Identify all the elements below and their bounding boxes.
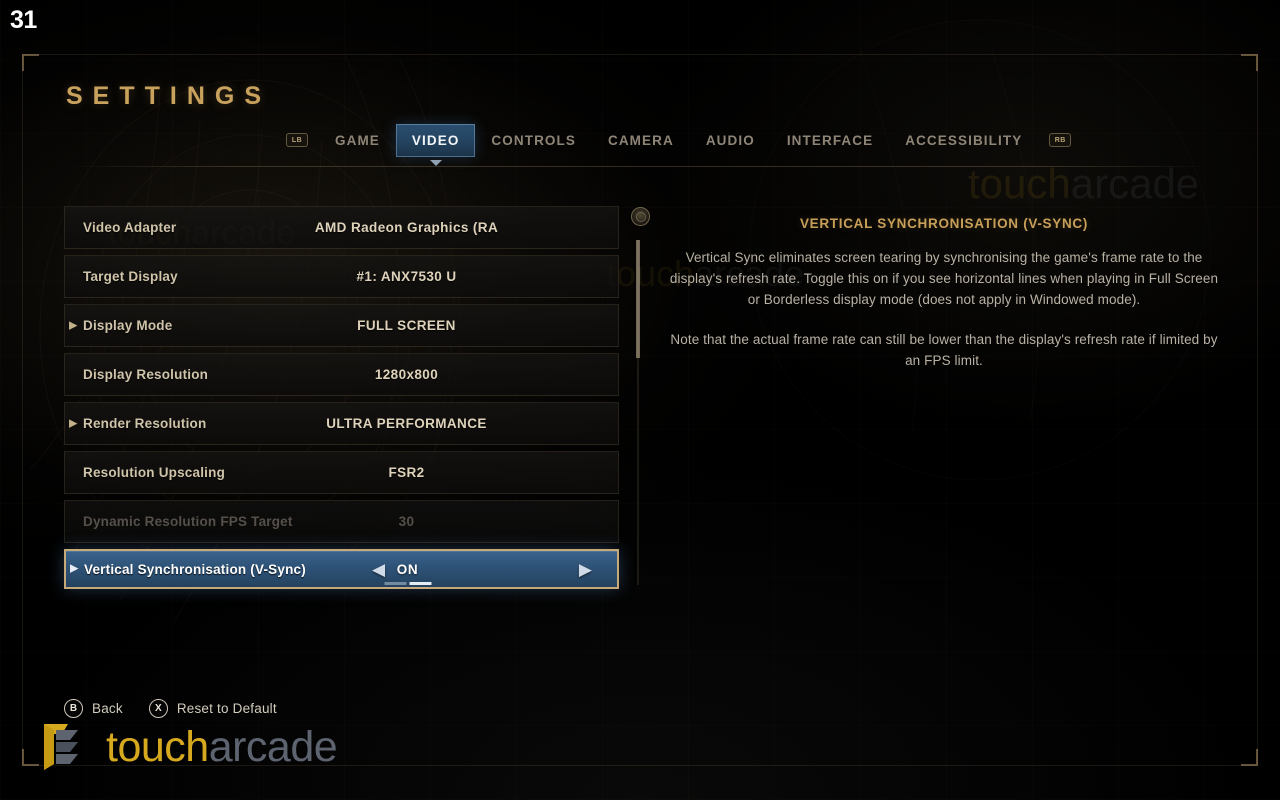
frame-corner-top-right	[1241, 54, 1258, 71]
stepper-left-arrow-icon[interactable]: ◀	[372, 561, 385, 578]
setting-label: Display Resolution	[83, 367, 209, 382]
left-bumper-icon: LB	[286, 133, 308, 147]
fps-counter: 31	[10, 6, 37, 34]
setting-value: 1280x800	[374, 367, 439, 382]
tab-video[interactable]: VIDEO	[395, 123, 476, 157]
setting-value: AMD Radeon Graphics (RA	[314, 220, 499, 235]
setting-row-display-resolution[interactable]: Display Resolution 1280x800	[64, 353, 619, 396]
setting-label: Display Mode	[83, 318, 173, 333]
description-paragraph: Note that the actual frame rate can stil…	[670, 332, 1218, 368]
frame-corner-bottom-right	[1241, 749, 1258, 766]
back-button-label: Back	[92, 701, 123, 716]
option-tick	[384, 582, 406, 585]
tabbar-divider	[68, 166, 1212, 167]
setting-label: Video Adapter	[83, 220, 177, 235]
scrollbar-thumb[interactable]	[636, 240, 640, 358]
stepper-right-arrow-icon[interactable]: ▶	[579, 561, 592, 578]
description-panel: VERTICAL SYNCHRONISATION (V-SYNC) Vertic…	[664, 216, 1224, 371]
setting-label: Vertical Synchronisation (V-Sync)	[84, 561, 306, 577]
description-title: VERTICAL SYNCHRONISATION (V-SYNC)	[799, 216, 1089, 231]
setting-row-video-adapter[interactable]: Video Adapter AMD Radeon Graphics (RA	[64, 206, 619, 249]
setting-label: Dynamic Resolution FPS Target	[83, 514, 293, 529]
tab-interface[interactable]: INTERFACE	[771, 124, 889, 157]
right-stick-icon-inner	[635, 211, 646, 222]
expand-arrow-icon: ▶	[70, 562, 79, 575]
settings-scrollbar[interactable]	[636, 240, 640, 585]
setting-value: FULL SCREEN	[357, 318, 456, 333]
setting-row-render-resolution[interactable]: ▶ Render Resolution ULTRA PERFORMANCE	[64, 402, 619, 445]
reset-to-default-button-label: Reset to Default	[176, 701, 277, 716]
setting-label: Target Display	[83, 269, 178, 284]
tab-accessibility[interactable]: ACCESSIBILITY	[889, 124, 1038, 157]
toucharcade-logo-icon	[32, 716, 94, 778]
expand-arrow-icon: ▶	[69, 319, 78, 331]
logo-text-primary: touch	[106, 722, 209, 771]
stepper-option-indicator	[384, 582, 431, 585]
right-bumper-icon: RB	[1049, 133, 1072, 147]
tab-camera[interactable]: CAMERA	[592, 124, 690, 157]
setting-label: Resolution Upscaling	[83, 465, 226, 480]
tab-game[interactable]: GAME	[319, 124, 396, 157]
setting-value: FSR2	[388, 465, 425, 480]
logo-text-secondary: arcade	[208, 722, 338, 771]
settings-tabbar[interactable]: LB GAME VIDEO CONTROLS CAMERA AUDIO INTE…	[275, 122, 1082, 158]
toucharcade-logo-text: toucharcade	[106, 722, 338, 771]
option-tick-active	[409, 582, 431, 585]
watermark-faint-right: toucharcade	[968, 160, 1200, 207]
frame-corner-top-left	[22, 54, 39, 71]
setting-value: #1: ANX7530 U	[356, 269, 457, 284]
tab-audio[interactable]: AUDIO	[690, 124, 771, 157]
setting-row-target-display[interactable]: Target Display #1: ANX7530 U	[64, 255, 619, 298]
right-stick-icon	[631, 207, 650, 226]
page-title: SETTINGS	[66, 82, 272, 110]
toucharcade-watermark: toucharcade	[32, 716, 338, 778]
setting-value: ON	[396, 561, 419, 577]
setting-label: Render Resolution	[83, 416, 207, 431]
setting-row-vertical-synchronisation[interactable]: ▶ Vertical Synchronisation (V-Sync) ◀ ON…	[64, 549, 619, 589]
settings-list[interactable]: Video Adapter AMD Radeon Graphics (RA Ta…	[64, 206, 619, 595]
description-paragraph: Vertical Sync eliminates screen tearing …	[669, 250, 1219, 307]
description-body: Vertical Sync eliminates screen tearing …	[664, 247, 1224, 371]
setting-row-dynamic-resolution-fps-target: Dynamic Resolution FPS Target 30	[64, 500, 619, 543]
setting-value: ULTRA PERFORMANCE	[326, 416, 487, 431]
setting-row-resolution-upscaling[interactable]: Resolution Upscaling FSR2	[64, 451, 619, 494]
tab-controls[interactable]: CONTROLS	[475, 124, 592, 157]
setting-row-display-mode[interactable]: ▶ Display Mode FULL SCREEN	[64, 304, 619, 347]
expand-arrow-icon: ▶	[69, 417, 78, 429]
